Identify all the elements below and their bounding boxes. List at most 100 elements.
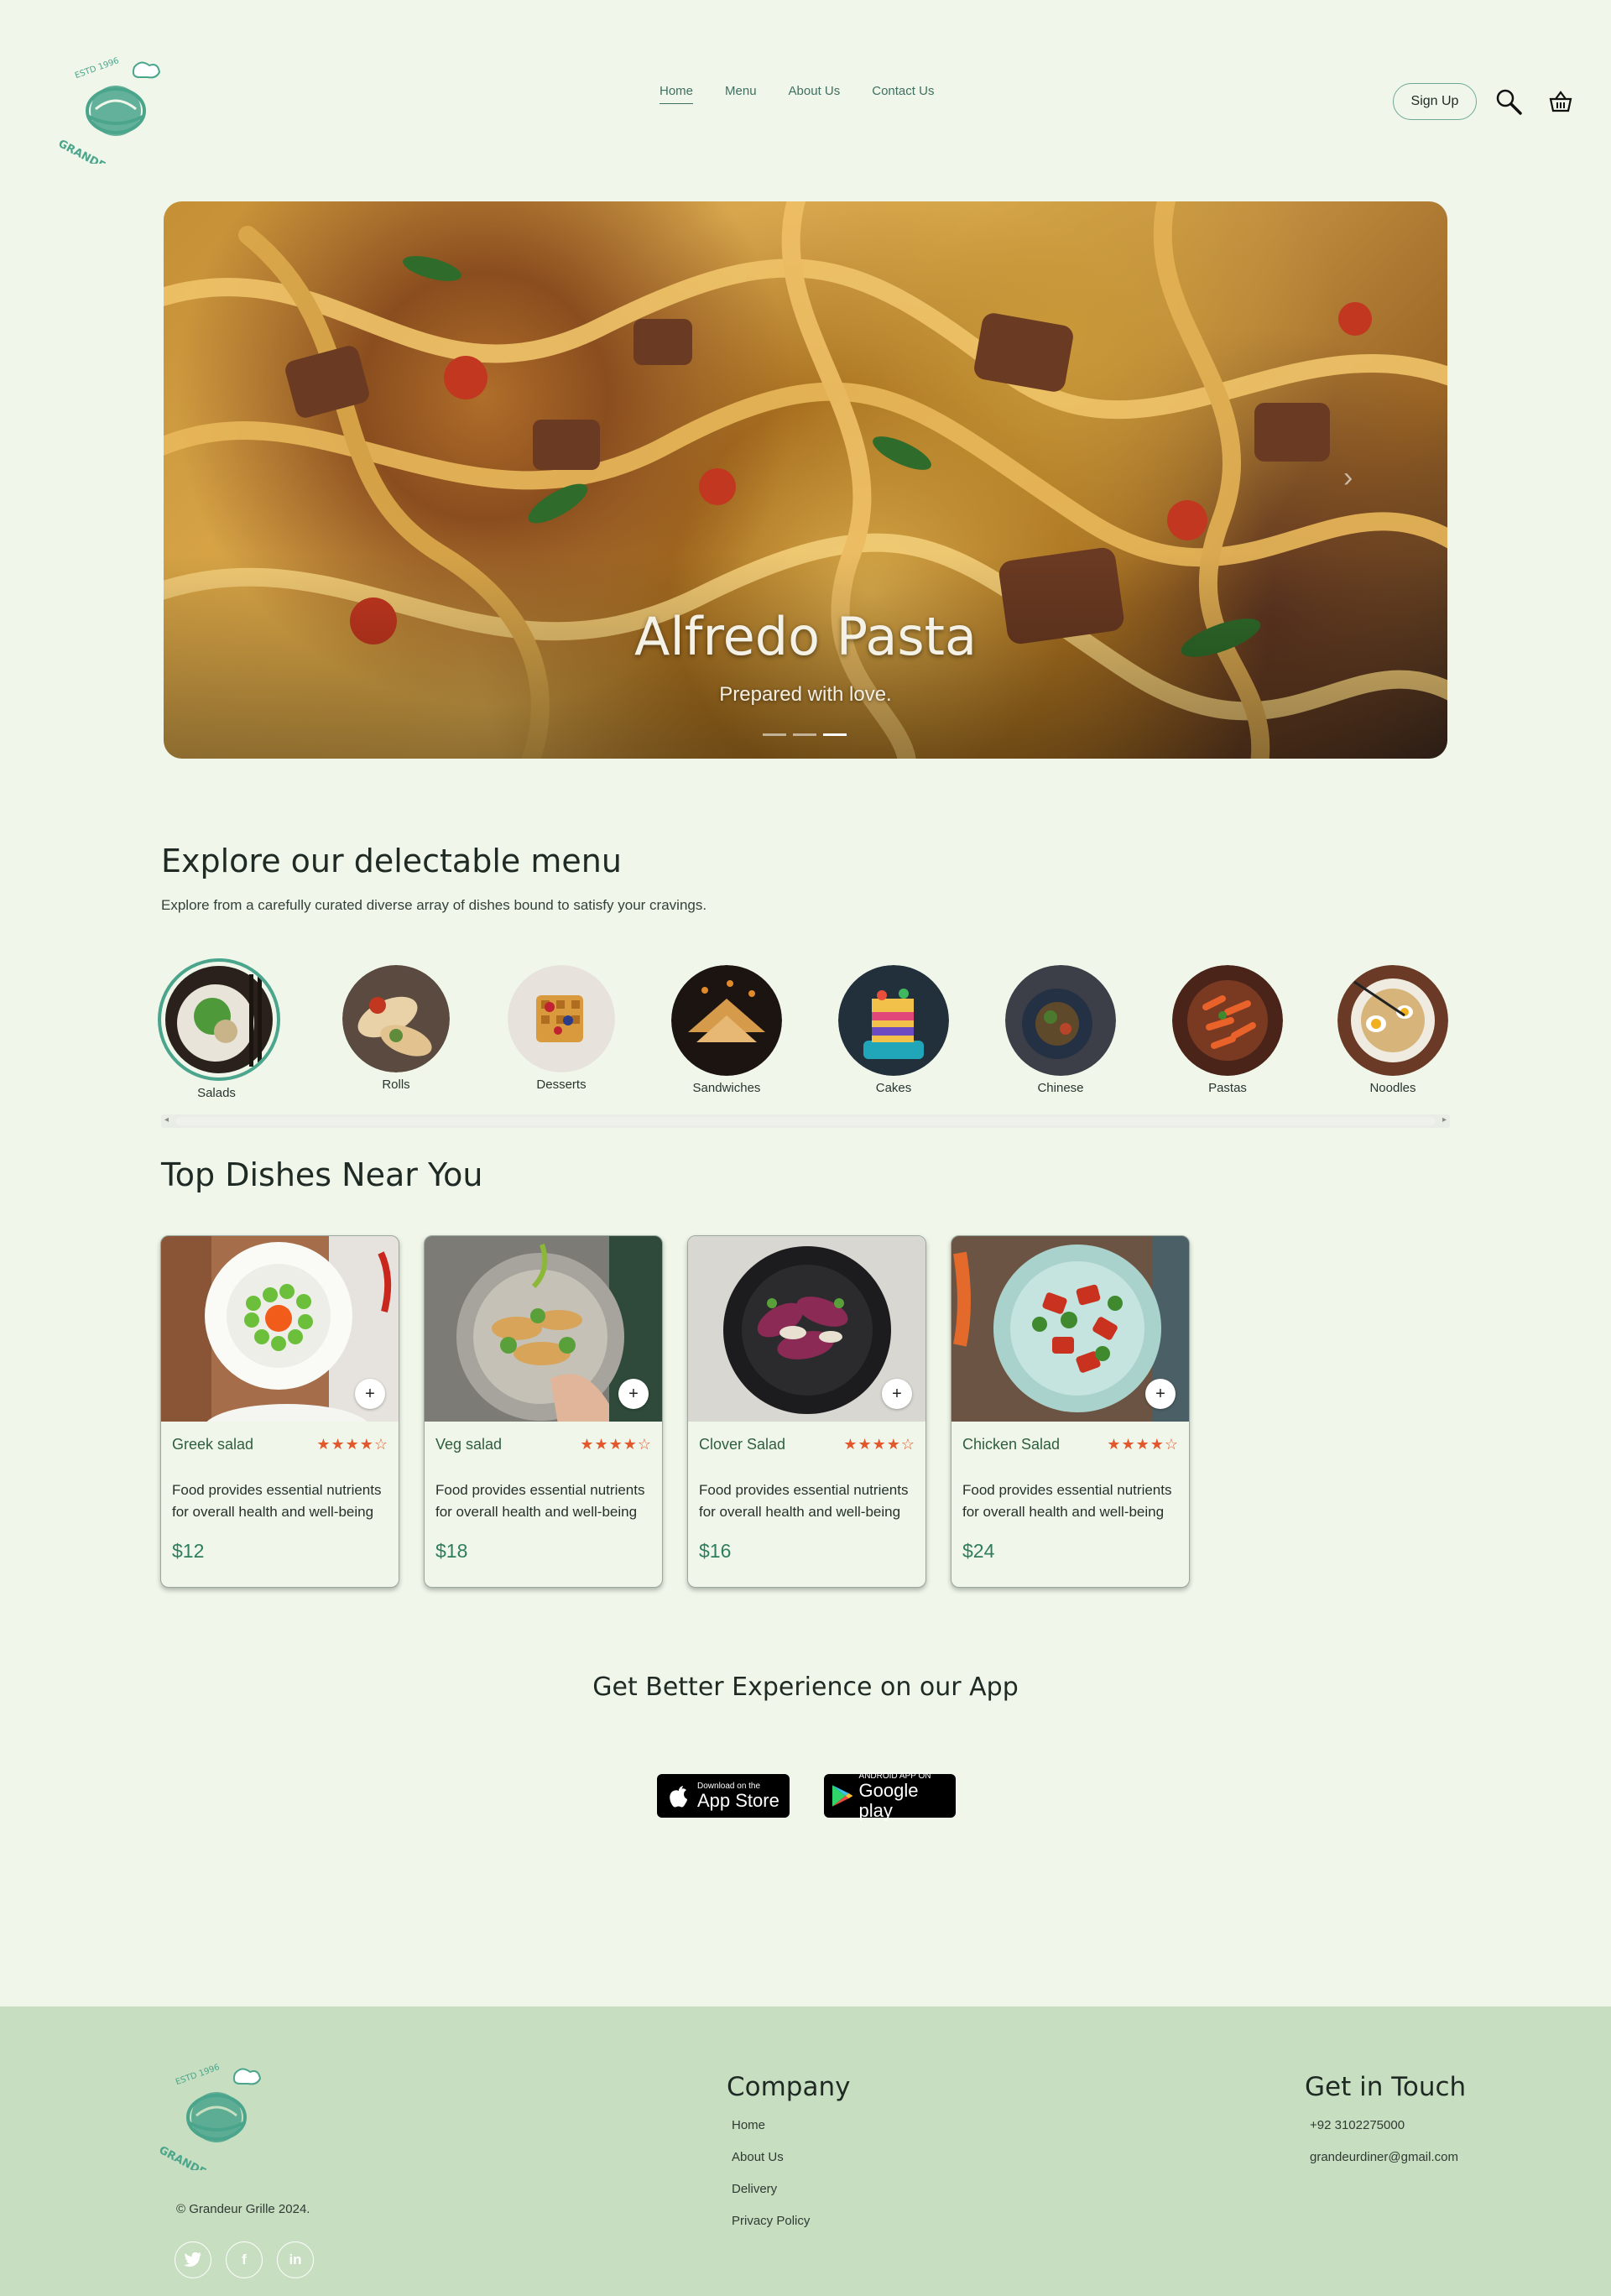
hero-title: Alfredo Pasta <box>634 606 977 667</box>
footer-brand-logo[interactable]: ESTD 1996 GRANDEUR GRILLE <box>159 2057 277 2170</box>
category-sandwiches[interactable]: Sandwiches <box>668 965 785 1095</box>
dish-name: Veg salad <box>435 1436 503 1453</box>
category-chinese[interactable]: Chinese <box>1002 965 1119 1095</box>
dish-card[interactable]: + Greek salad ★★★★☆ Food provides essent… <box>160 1235 399 1588</box>
category-rolls[interactable]: Rolls <box>337 965 455 1092</box>
rating-stars: ★★★★☆ <box>580 1436 652 1453</box>
logo-est-text: ESTD 1996 <box>74 56 121 81</box>
nav-menu[interactable]: Menu <box>725 84 757 104</box>
plus-icon: + <box>892 1384 902 1403</box>
app-store-button[interactable]: Download on the App Store <box>657 1774 790 1818</box>
carousel-indicators <box>763 733 847 736</box>
category-scrollbar[interactable]: ◂ ▸ <box>161 1114 1450 1128</box>
chinese-image <box>1005 965 1116 1076</box>
dish-card-list: + Greek salad ★★★★☆ Food provides essent… <box>160 1235 1190 1588</box>
salads-image <box>165 966 273 1073</box>
dish-description: Food provides essential nutrients for ov… <box>699 1482 909 1520</box>
category-desserts[interactable]: Desserts <box>503 965 620 1092</box>
dish-price: $16 <box>699 1540 732 1562</box>
hero-carousel[interactable]: › Alfredo Pasta Prepared with love. <box>164 201 1447 759</box>
dish-price: $12 <box>172 1540 205 1562</box>
dish-card[interactable]: + Veg salad ★★★★☆ Food provides essentia… <box>424 1235 663 1588</box>
linkedin-icon[interactable]: in <box>277 2241 314 2278</box>
category-label: Noodles <box>1369 1081 1416 1095</box>
footer-link-home[interactable]: Home <box>732 2118 810 2132</box>
dish-description: Food provides essential nutrients for ov… <box>435 1482 645 1520</box>
hero-pasta-image <box>164 201 1447 759</box>
pastas-image <box>1172 965 1283 1076</box>
footer-link-privacy-policy[interactable]: Privacy Policy <box>732 2214 810 2228</box>
hero-next-arrow[interactable]: › <box>1343 462 1353 494</box>
twitter-icon[interactable] <box>175 2241 211 2278</box>
rating-stars: ★★★★☆ <box>843 1436 915 1453</box>
site-footer: ESTD 1996 GRANDEUR GRILLE © Grandeur Gri… <box>0 2006 1611 2296</box>
rating-stars: ★★★★☆ <box>1107 1436 1179 1453</box>
search-icon <box>1496 89 1522 115</box>
carousel-dot-2[interactable] <box>793 733 816 736</box>
add-to-cart-button[interactable]: + <box>618 1379 649 1409</box>
dish-price: $24 <box>962 1540 995 1562</box>
dish-card[interactable]: + Chicken Salad ★★★★☆ Food provides esse… <box>951 1235 1190 1588</box>
logo-wordmark: GRANDEUR GRILLE <box>59 138 164 164</box>
dish-description: Food provides essential nutrients for ov… <box>962 1482 1172 1520</box>
add-to-cart-button[interactable]: + <box>355 1379 385 1409</box>
add-to-cart-button[interactable]: + <box>882 1379 912 1409</box>
hero-subtitle: Prepared with love. <box>719 683 892 706</box>
sign-up-button[interactable]: Sign Up <box>1393 83 1477 120</box>
app-store-small-text: Download on the <box>697 1781 761 1791</box>
dish-name: Clover Salad <box>699 1436 786 1453</box>
category-noodles[interactable]: Noodles <box>1334 965 1452 1095</box>
logo-est-text: ESTD 1996 <box>175 2063 222 2087</box>
rating-stars: ★★★★☆ <box>316 1436 388 1453</box>
google-play-big-text: Google play <box>858 1779 919 1821</box>
dish-card[interactable]: + Clover Salad ★★★★☆ Food provides essen… <box>687 1235 926 1588</box>
menu-section-description: Explore from a carefully curated diverse… <box>161 897 707 913</box>
dish-name: Chicken Salad <box>962 1436 1061 1453</box>
copyright-text: © Grandeur Grille 2024. <box>176 2202 310 2216</box>
basket-icon <box>1549 91 1572 112</box>
google-play-button[interactable]: ANDROID APP ON Google play <box>824 1771 956 1821</box>
category-cakes[interactable]: Cakes <box>835 965 952 1095</box>
apple-icon <box>670 1786 687 1808</box>
category-label: Chinese <box>1037 1081 1084 1095</box>
carousel-dot-3[interactable] <box>823 733 847 736</box>
plus-icon: + <box>1155 1384 1165 1403</box>
footer-link-delivery[interactable]: Delivery <box>732 2182 810 2196</box>
noodles-image <box>1337 965 1448 1076</box>
footer-link-about-us[interactable]: About Us <box>732 2150 810 2164</box>
category-pastas[interactable]: Pastas <box>1169 965 1286 1095</box>
add-to-cart-button[interactable]: + <box>1145 1379 1176 1409</box>
nav-about-us[interactable]: About Us <box>789 84 841 104</box>
cakes-image <box>838 965 949 1076</box>
category-carousel: Salads Rolls Desserts Sandwiches Cakes C… <box>158 958 1452 1101</box>
main-nav: Home Menu About Us Contact Us <box>660 84 934 104</box>
google-play-small-text: ANDROID APP ON <box>858 1771 931 1781</box>
menu-section-title: Explore our delectable menu <box>161 843 622 879</box>
contact-phone[interactable]: +92 3102275000 <box>1310 2118 1458 2132</box>
search-button[interactable] <box>1494 86 1524 117</box>
brand-logo[interactable]: ESTD 1996 GRANDEUR GRILLE <box>59 50 176 164</box>
basket-button[interactable] <box>1546 86 1576 117</box>
carousel-dot-1[interactable] <box>763 733 786 736</box>
app-section-title: Get Better Experience on our App <box>592 1672 1019 1702</box>
category-salads[interactable]: Salads <box>158 958 280 1100</box>
scroll-right-arrow-icon[interactable]: ▸ <box>1442 1115 1447 1125</box>
nav-contact-us[interactable]: Contact Us <box>872 84 934 104</box>
plus-icon: + <box>365 1384 375 1403</box>
logo-wordmark: GRANDEUR GRILLE <box>159 2144 264 2170</box>
category-label: Salads <box>197 1086 236 1100</box>
rolls-image <box>342 965 450 1072</box>
plus-icon: + <box>628 1384 639 1403</box>
category-label: Desserts <box>536 1078 587 1092</box>
scroll-left-arrow-icon[interactable]: ◂ <box>164 1115 169 1125</box>
nav-home[interactable]: Home <box>660 84 694 104</box>
google-play-icon <box>832 1785 853 1807</box>
dish-description: Food provides essential nutrients for ov… <box>172 1482 382 1520</box>
facebook-icon[interactable]: f <box>226 2241 263 2278</box>
sandwiches-image <box>671 965 782 1076</box>
contact-email[interactable]: grandeurdiner@gmail.com <box>1310 2150 1458 2164</box>
scrollbar-thumb[interactable] <box>176 1117 1435 1125</box>
social-links: f in <box>175 2241 314 2278</box>
company-heading: Company <box>727 2072 851 2102</box>
contact-heading: Get in Touch <box>1305 2072 1467 2102</box>
